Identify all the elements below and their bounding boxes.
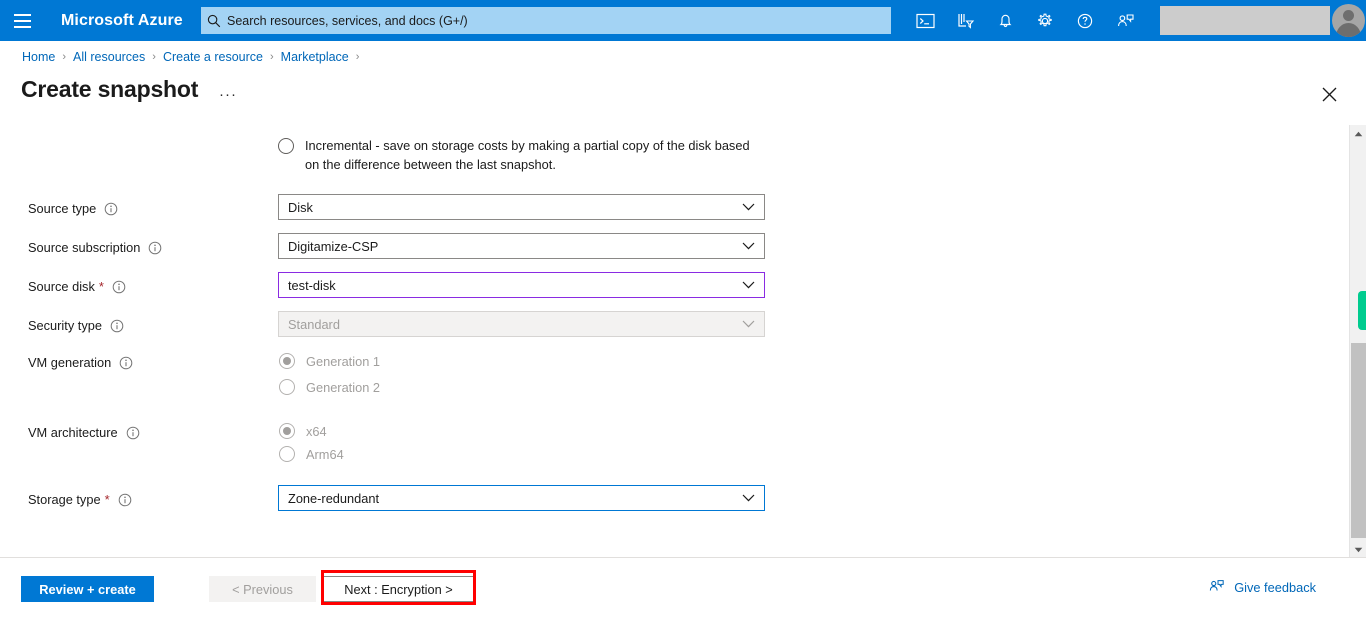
close-icon[interactable] [1315, 80, 1343, 108]
review-create-button[interactable]: Review + create [21, 576, 154, 602]
more-menu-button[interactable]: ··· [219, 86, 237, 103]
create-snapshot-form: Incremental - save on storage costs by m… [0, 120, 1340, 555]
storage-type-dropdown[interactable]: Zone-redundant [278, 485, 765, 511]
info-icon[interactable] [112, 280, 126, 294]
vm-generation-label: VM generation [28, 355, 133, 370]
source-disk-label: Source disk * [28, 279, 126, 294]
scrollbar-thumb[interactable] [1351, 343, 1366, 538]
vm-generation-option-gen1: Generation 1 [279, 353, 380, 369]
search-input[interactable] [227, 13, 867, 28]
security-type-label: Security type [28, 318, 124, 333]
source-type-label: Source type [28, 201, 118, 216]
green-edge-marker [1358, 291, 1366, 330]
incremental-radio-option[interactable]: Incremental - save on storage costs by m… [278, 137, 758, 174]
source-type-dropdown[interactable]: Disk [278, 194, 765, 220]
breadcrumb-separator-icon: › [355, 51, 360, 63]
breadcrumb: Home › All resources › Create a resource… [22, 50, 366, 64]
info-icon[interactable] [126, 426, 140, 440]
chevron-down-icon [742, 494, 755, 502]
header-icon-group [905, 0, 1145, 41]
account-name-box[interactable] [1160, 6, 1330, 35]
radio-icon [279, 353, 295, 369]
avatar[interactable] [1332, 4, 1365, 37]
hamburger-icon[interactable] [0, 0, 44, 41]
breadcrumb-separator-icon: › [270, 51, 274, 63]
chevron-down-icon [742, 320, 755, 328]
breadcrumb-item-all-resources[interactable]: All resources [73, 50, 145, 64]
radio-icon [279, 379, 295, 395]
wizard-footer: Review + create < Previous Next : Encryp… [0, 557, 1366, 625]
directory-filter-icon[interactable] [945, 0, 985, 41]
azure-brand-link[interactable]: Microsoft Azure [61, 12, 183, 30]
storage-type-value: Zone-redundant [288, 490, 380, 506]
info-icon[interactable] [110, 319, 124, 333]
breadcrumb-item-marketplace[interactable]: Marketplace [281, 50, 349, 64]
source-type-value: Disk [288, 199, 313, 215]
storage-type-label: Storage type * [28, 492, 132, 507]
give-feedback-link[interactable]: Give feedback [1208, 578, 1316, 597]
vm-architecture-option-arm64: Arm64 [279, 446, 344, 462]
breadcrumb-separator-icon: › [62, 51, 67, 63]
radio-icon [279, 446, 295, 462]
source-subscription-label: Source subscription [28, 240, 162, 255]
feedback-person-icon[interactable] [1105, 0, 1145, 41]
vm-generation-option-gen2: Generation 2 [279, 379, 380, 395]
source-subscription-value: Digitamize-CSP [288, 238, 379, 254]
source-disk-value: test-disk [288, 277, 336, 293]
chevron-down-icon [742, 203, 755, 211]
help-question-icon[interactable] [1065, 0, 1105, 41]
search-icon [201, 14, 227, 28]
chevron-down-icon [742, 281, 755, 289]
cloud-shell-icon[interactable] [905, 0, 945, 41]
info-icon[interactable] [104, 202, 118, 216]
form-scrollbar[interactable] [1349, 125, 1366, 558]
previous-button: < Previous [209, 576, 316, 602]
security-type-value: Standard [288, 316, 340, 332]
info-icon[interactable] [119, 356, 133, 370]
settings-gear-icon[interactable] [1025, 0, 1065, 41]
scroll-up-arrow-icon[interactable] [1350, 125, 1366, 142]
security-type-dropdown: Standard [278, 311, 765, 337]
required-asterisk: * [98, 279, 104, 294]
breadcrumb-item-create-a-resource[interactable]: Create a resource [163, 50, 263, 64]
required-asterisk: * [104, 492, 110, 507]
scroll-down-arrow-icon[interactable] [1350, 541, 1366, 558]
global-search-box[interactable] [201, 7, 891, 34]
give-feedback-label: Give feedback [1234, 580, 1316, 595]
info-icon[interactable] [148, 241, 162, 255]
source-subscription-dropdown[interactable]: Digitamize-CSP [278, 233, 765, 259]
radio-icon [279, 423, 295, 439]
breadcrumb-item-home[interactable]: Home [22, 50, 55, 64]
page-title: Create snapshot [21, 76, 199, 102]
radio-icon[interactable] [278, 138, 294, 154]
feedback-person-icon [1208, 578, 1225, 597]
azure-top-navbar: Microsoft Azure [0, 0, 1366, 41]
notifications-bell-icon[interactable] [985, 0, 1025, 41]
breadcrumb-separator-icon: › [152, 51, 156, 63]
next-button-wrapper: Next : Encryption > [321, 576, 476, 602]
source-disk-dropdown[interactable]: test-disk [278, 272, 765, 298]
vm-architecture-label: VM architecture [28, 425, 140, 440]
vm-architecture-option-x64: x64 [279, 423, 327, 439]
chevron-down-icon [742, 242, 755, 250]
incremental-radio-label: Incremental - save on storage costs by m… [305, 138, 750, 172]
info-icon[interactable] [118, 493, 132, 507]
next-encryption-button[interactable]: Next : Encryption > [321, 576, 476, 602]
